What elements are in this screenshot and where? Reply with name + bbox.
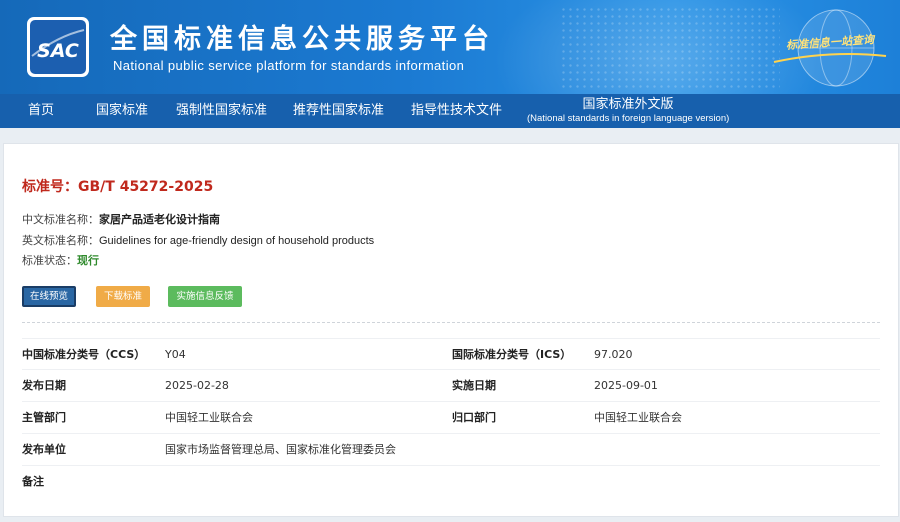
table-row: 主管部门 中国轻工业联合会 归口部门 中国轻工业联合会 (22, 402, 880, 434)
header-banner: SAC 全国标准信息公共服务平台 National public service… (0, 0, 900, 94)
main-nav: 首页 国家标准 强制性国家标准 推荐性国家标准 指导性技术文件 国家标准外文版 … (0, 94, 900, 128)
standard-number-label: 标准号： (22, 179, 78, 195)
competent-dept-label: 主管部门 (22, 411, 66, 424)
ics-value: 97.020 (594, 348, 633, 361)
site-subtitle: National public service platform for sta… (113, 58, 465, 73)
status-row: 标准状态：现行 (22, 252, 99, 268)
implement-date-value: 2025-09-01 (594, 379, 658, 392)
cn-name-row: 中文标准名称：家居产品适老化设计指南 (22, 211, 220, 227)
nav-guiding-documents[interactable]: 指导性技术文件 (411, 94, 502, 128)
publish-date-label: 发布日期 (22, 379, 66, 392)
en-name-label: 英文标准名称： (22, 234, 99, 247)
table-row: 备注 (22, 466, 880, 498)
table-row: 中国标准分类号（CCS） Y04 国际标准分类号（ICS） 97.020 (22, 338, 880, 370)
feedback-button[interactable]: 实施信息反馈 (168, 286, 242, 307)
nav-national-standards[interactable]: 国家标准 (96, 94, 148, 128)
cn-name-value: 家居产品适老化设计指南 (99, 213, 220, 226)
nav-mandatory-standards[interactable]: 强制性国家标准 (176, 94, 267, 128)
ccs-value: Y04 (165, 348, 186, 361)
cn-name-label: 中文标准名称： (22, 213, 99, 226)
detail-table: 中国标准分类号（CCS） Y04 国际标准分类号（ICS） 97.020 发布日… (22, 338, 880, 498)
nav-foreign-language-sub: (National standards in foreign language … (527, 113, 730, 124)
competent-dept-value: 中国轻工业联合会 (165, 411, 253, 424)
status-label: 标准状态： (22, 254, 77, 267)
centralized-dept-value: 中国轻工业联合会 (594, 411, 682, 424)
issuer-value: 国家市场监督管理总局、国家标准化管理委员会 (165, 443, 396, 456)
logo-text: SAC (37, 40, 79, 62)
standard-number: 标准号：GB/T 45272-2025 (22, 176, 213, 196)
table-row: 发布单位 国家市场监督管理总局、国家标准化管理委员会 (22, 434, 880, 466)
nav-foreign-language-label: 国家标准外文版 (582, 97, 674, 112)
nav-foreign-language[interactable]: 国家标准外文版 (National standards in foreign l… (527, 94, 729, 128)
banner-decoration (560, 6, 780, 90)
table-row: 发布日期 2025-02-28 实施日期 2025-09-01 (22, 370, 880, 402)
remarks-label: 备注 (22, 475, 44, 488)
status-badge: 现行 (77, 254, 99, 267)
divider (22, 322, 880, 323)
nav-home[interactable]: 首页 (28, 94, 54, 128)
centralized-dept-label: 归口部门 (452, 411, 496, 424)
ccs-label: 中国标准分类号（CCS） (22, 348, 146, 361)
standard-number-value: GB/T 45272-2025 (78, 179, 214, 195)
site-title: 全国标准信息公共服务平台 (110, 24, 494, 55)
publish-date-value: 2025-02-28 (165, 379, 229, 392)
issuer-label: 发布单位 (22, 443, 66, 456)
ics-label: 国际标准分类号（ICS） (452, 348, 572, 361)
nav-recommended-standards[interactable]: 推荐性国家标准 (293, 94, 384, 128)
preview-button[interactable]: 在线预览 (22, 286, 76, 307)
en-name-value: Guidelines for age-friendly design of ho… (99, 235, 375, 247)
download-button[interactable]: 下载标准 (96, 286, 150, 307)
standard-detail-card: 标准号：GB/T 45272-2025 中文标准名称：家居产品适老化设计指南 英… (3, 143, 899, 517)
implement-date-label: 实施日期 (452, 379, 496, 392)
sac-logo[interactable]: SAC (26, 16, 90, 78)
en-name-row: 英文标准名称：Guidelines for age-friendly desig… (22, 232, 374, 248)
